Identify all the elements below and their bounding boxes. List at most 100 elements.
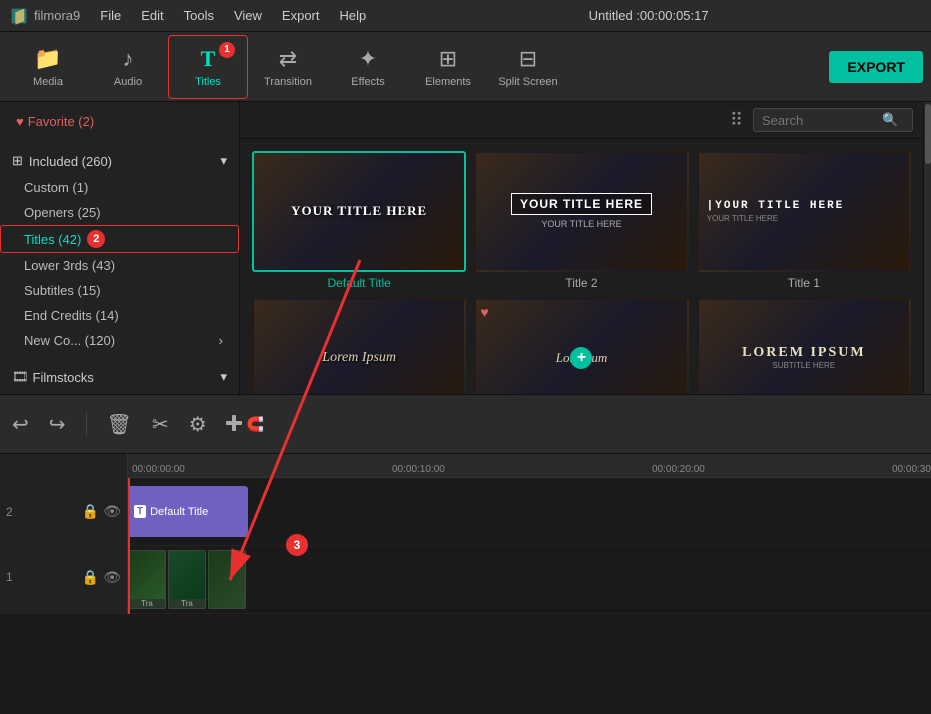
grid-view-icon[interactable]: ⠿: [730, 110, 743, 131]
filmstocks-chevron-icon: ▾: [220, 369, 227, 385]
clip-default-title[interactable]: T Default Title: [128, 486, 248, 537]
clip-video-row: Tra Tra: [128, 550, 246, 609]
scroll-thumb[interactable]: [925, 104, 931, 164]
content-area: ⠿ 🔍 YOUR TITLE HERE Default Title: [240, 102, 923, 394]
menubar: filmora9 File Edit Tools View Export Hel…: [0, 0, 931, 32]
redo-button[interactable]: ↪: [45, 408, 70, 441]
sidebar-item-newco[interactable]: New Co... (120) ›: [0, 328, 239, 353]
track-row-2: T Default Title: [128, 478, 931, 546]
chevron-right-icon: ›: [219, 333, 223, 348]
clip-video-3-color: [209, 551, 245, 608]
tool-splitscreen[interactable]: ⊟ Split Screen: [488, 35, 568, 99]
eye-icon-1[interactable]: 👁: [103, 569, 121, 586]
heart-icon-lorem2: ♥: [480, 304, 488, 320]
ruler-spacer: [0, 458, 127, 479]
tool-media[interactable]: 📁 Media: [8, 35, 88, 99]
splitscreen-icon: ⊟: [519, 46, 537, 72]
sidebar-favorite-label: Favorite (2): [28, 114, 94, 129]
clip-title-label: Default Title: [150, 506, 208, 518]
sidebar-titles-label: Titles (42): [24, 232, 81, 247]
app-logo: filmora9: [8, 5, 80, 27]
thumb-default-title[interactable]: YOUR TITLE HERE Default Title: [252, 151, 466, 290]
thumb-title1-img: |YOUR TITLE HERE YOUR TITLE HERE: [697, 151, 911, 272]
menu-file[interactable]: File: [92, 6, 129, 25]
sidebar-included-header[interactable]: ⊞ Included (260) ▾: [0, 147, 239, 175]
track-label-1: 1 🔒 👁: [0, 544, 127, 610]
menu-view[interactable]: View: [226, 6, 270, 25]
lock-icon-2[interactable]: 🔒: [82, 503, 99, 520]
magnet-button[interactable]: 🧲: [243, 412, 268, 437]
thumb-title1-subtext: YOUR TITLE HERE: [707, 214, 778, 223]
separator: [86, 412, 87, 436]
sidebar-favorites-section: ♥ Favorite (2): [0, 102, 239, 141]
clip-video-1-color: [129, 551, 165, 599]
add-track-icon: [223, 412, 231, 437]
step-3-badge: 3: [286, 534, 308, 556]
tool-titles[interactable]: 1 T Titles: [168, 35, 248, 99]
menu-export[interactable]: Export: [274, 6, 328, 25]
transition-icon: ⇄: [279, 46, 297, 72]
sidebar-favorite[interactable]: ♥ Favorite (2): [0, 108, 239, 135]
tool-elements[interactable]: ⊞ Elements: [408, 35, 488, 99]
sidebar-included-label: Included (260): [29, 154, 112, 169]
export-button[interactable]: EXPORT: [829, 51, 923, 83]
sidebar-item-subtitles[interactable]: Subtitles (15): [0, 278, 239, 303]
track-row-1: Tra Tra: [128, 546, 931, 614]
clip-video-2-label: Tra: [169, 599, 205, 608]
tool-transition[interactable]: ⇄ Transition: [248, 35, 328, 99]
titles-badge: 1: [219, 42, 235, 58]
time-mark-20: 00:00:20:00: [652, 464, 705, 475]
thumb-default-title-img: YOUR TITLE HERE: [252, 151, 466, 272]
search-input[interactable]: [762, 113, 882, 128]
sidebar-item-openers[interactable]: Openers (25): [0, 200, 239, 225]
timeline-controls: ↩ ↪ 🗑 ✂ ⚙ 🧲: [0, 394, 931, 454]
tracks: T Default Title Tra Tra: [128, 478, 931, 614]
thumb-lorem2[interactable]: ♥ Lore + psum: [474, 298, 688, 394]
sidebar-item-titles[interactable]: Titles (42) 2: [0, 225, 239, 253]
thumb-lorem1[interactable]: Lorem Ipsum: [252, 298, 466, 394]
cut-button[interactable]: ✂: [148, 408, 173, 441]
sidebar-item-lower3rds[interactable]: Lower 3rds (43): [0, 253, 239, 278]
playhead[interactable]: [128, 478, 130, 614]
menu-tools[interactable]: Tools: [176, 6, 222, 25]
tool-effects[interactable]: ✦ Effects: [328, 35, 408, 99]
timeline: 2 🔒 👁 1 🔒 👁 00:00:00:00 00:00:10:00 00:0…: [0, 454, 931, 614]
delete-button[interactable]: 🗑: [103, 408, 136, 441]
thumb-lorem3-subtext: SUBTITLE HERE: [772, 361, 835, 370]
thumb-lorem3[interactable]: LOREM IPSUM SUBTITLE HERE: [697, 298, 911, 394]
sidebar-filmstocks[interactable]: 🎞 Filmstocks ▾: [0, 363, 239, 391]
lock-icon-1[interactable]: 🔒: [82, 569, 99, 586]
clip-video-1[interactable]: Tra: [128, 550, 166, 609]
thumb-title2-subtext: YOUR TITLE HERE: [541, 219, 621, 229]
thumb-title2[interactable]: YOUR TITLE HERE YOUR TITLE HERE Title 2: [474, 151, 688, 290]
thumb-title1-label: Title 1: [697, 276, 911, 290]
thumb-lorem1-text: Lorem Ipsum: [322, 350, 396, 366]
properties-button[interactable]: ⚙: [185, 408, 211, 441]
search-icon: 🔍: [882, 112, 898, 128]
sidebar-item-custom[interactable]: Custom (1): [0, 175, 239, 200]
undo-button[interactable]: ↩: [8, 408, 33, 441]
clip-video-3[interactable]: [208, 550, 246, 609]
thumb-title2-label: Title 2: [474, 276, 688, 290]
time-mark-30: 00:00:30:: [892, 464, 931, 475]
media-icon: 📁: [34, 46, 61, 72]
tool-effects-label: Effects: [351, 76, 384, 88]
track-area: 00:00:00:00 00:00:10:00 00:00:20:00 00:0…: [128, 454, 931, 614]
elements-icon: ⊞: [439, 46, 457, 72]
eye-icon-2[interactable]: 👁: [103, 503, 121, 520]
app-name: filmora9: [34, 8, 80, 23]
menu-edit[interactable]: Edit: [133, 6, 171, 25]
track-icons-1: 🔒 👁: [82, 569, 121, 586]
sidebar: ♥ Favorite (2) ⊞ Included (260) ▾ Custom…: [0, 102, 240, 394]
thumb-lorem1-img: Lorem Ipsum: [252, 298, 466, 394]
tool-audio[interactable]: ♪ Audio: [88, 35, 168, 99]
plus-icon-lorem2: +: [570, 347, 592, 369]
sidebar-item-endcredits[interactable]: End Credits (14): [0, 303, 239, 328]
menu-help[interactable]: Help: [332, 6, 375, 25]
clip-video-2[interactable]: Tra: [168, 550, 206, 609]
scrollbar[interactable]: [923, 102, 931, 394]
tool-audio-label: Audio: [114, 76, 142, 88]
thumb-title1[interactable]: |YOUR TITLE HERE YOUR TITLE HERE Title 1: [697, 151, 911, 290]
thumb-title2-text: YOUR TITLE HERE: [511, 193, 652, 215]
track-label-2: 2 🔒 👁: [0, 479, 127, 545]
